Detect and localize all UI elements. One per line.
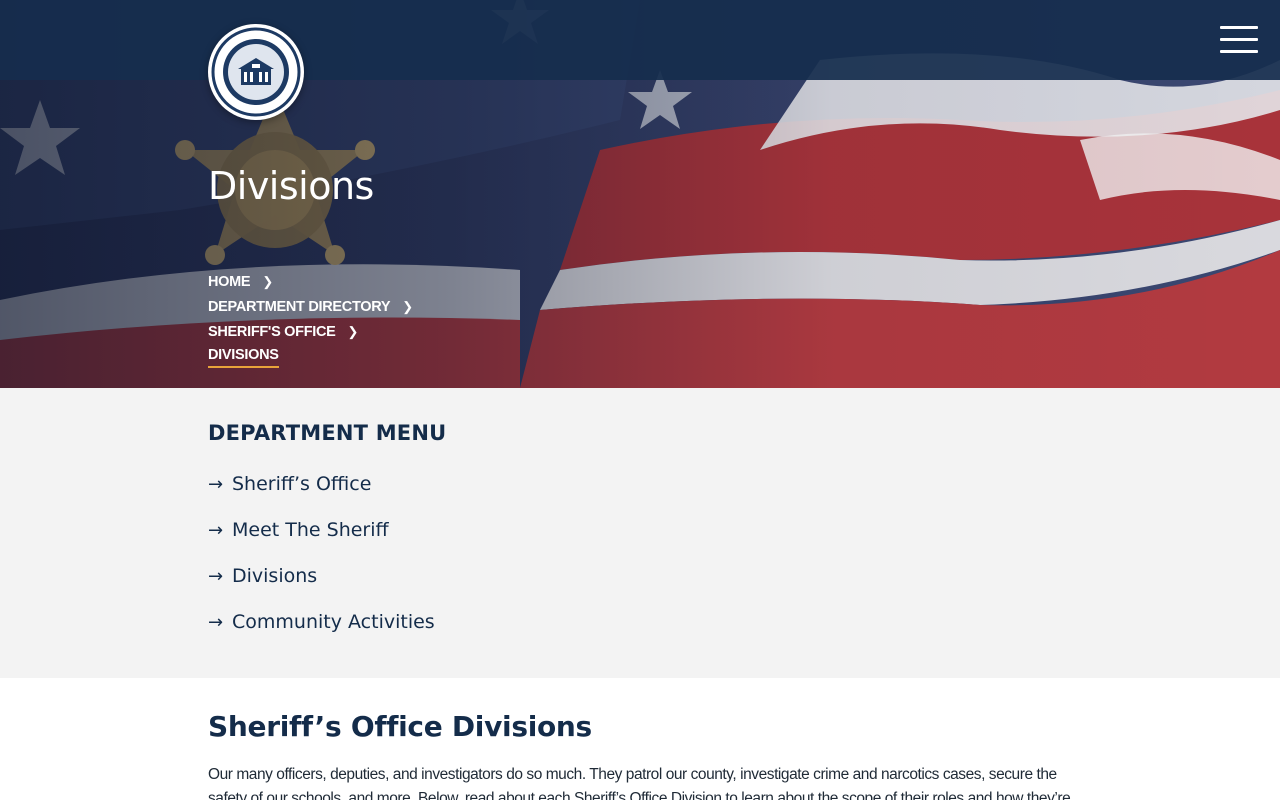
dept-menu-item-sheriffs-office[interactable]: → Sheriff’s Office xyxy=(208,471,371,497)
breadcrumb-sheriffs-office[interactable]: SHERIFF'S OFFICE ❯ xyxy=(208,322,358,342)
department-menu-title: DEPARTMENT MENU xyxy=(208,421,447,445)
breadcrumb-divisions-current: DIVISIONS xyxy=(208,347,279,368)
section-heading: Sheriff’s Office Divisions xyxy=(208,710,592,743)
arrow-right-icon: → xyxy=(208,473,224,495)
arrow-right-icon: → xyxy=(208,611,224,633)
chevron-right-icon: ❯ xyxy=(402,299,413,314)
arrow-right-icon: → xyxy=(208,519,224,541)
county-seal-icon xyxy=(211,27,301,117)
main-content: Sheriff’s Office Divisions Our many offi… xyxy=(0,678,1280,800)
page-title: Divisions xyxy=(208,164,374,208)
chevron-right-icon: ❯ xyxy=(347,324,359,339)
dept-menu-item-meet-the-sheriff[interactable]: → Meet The Sheriff xyxy=(208,517,389,543)
dept-menu-item-community-activities[interactable]: → Community Activities xyxy=(208,609,435,635)
intro-paragraph: Our many officers, deputies, and investi… xyxy=(208,766,1071,800)
dept-menu-item-divisions[interactable]: → Divisions xyxy=(208,563,317,589)
breadcrumb-department-directory[interactable]: DEPARTMENT DIRECTORY ❯ xyxy=(208,297,413,317)
county-logo[interactable] xyxy=(208,24,304,120)
arrow-right-icon: → xyxy=(208,565,224,587)
hero-banner: Divisions HOME ❯ DEPARTMENT DIRECTORY ❯ … xyxy=(0,0,1280,388)
chevron-right-icon: ❯ xyxy=(262,274,273,289)
top-navigation-bar xyxy=(0,0,1280,80)
hamburger-menu-icon[interactable] xyxy=(1220,26,1258,54)
department-menu: DEPARTMENT MENU → Sheriff’s Office → Mee… xyxy=(0,388,1280,678)
breadcrumb-home[interactable]: HOME ❯ xyxy=(208,272,273,292)
